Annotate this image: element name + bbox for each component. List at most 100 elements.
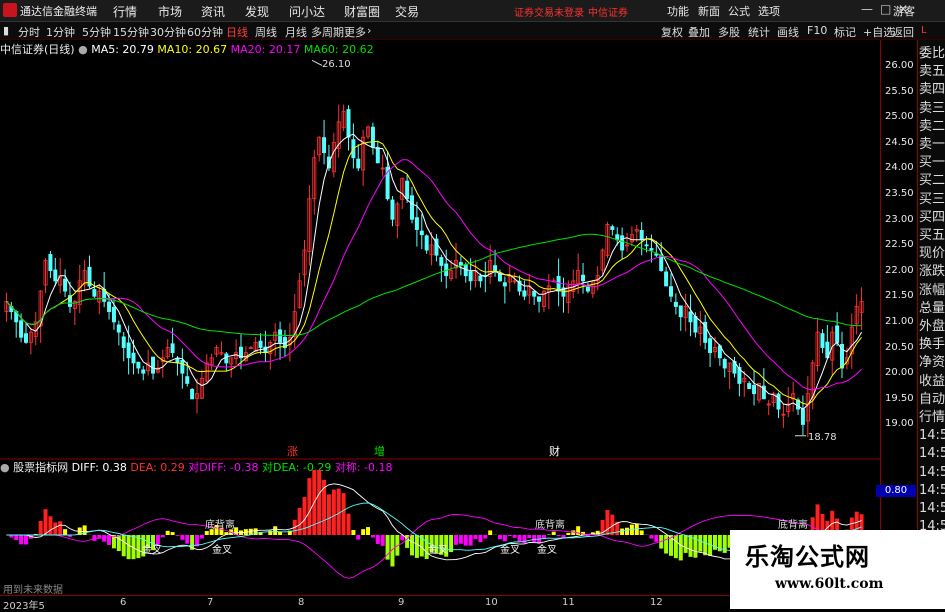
candle[interactable] — [606, 222, 609, 258]
candle[interactable] — [474, 260, 477, 288]
menu-item[interactable]: 市场 — [158, 3, 182, 20]
candle[interactable] — [318, 136, 321, 161]
candle[interactable] — [762, 368, 765, 399]
candle[interactable] — [230, 358, 233, 378]
period-tab[interactable]: 多周期 — [311, 24, 344, 40]
candle[interactable] — [743, 371, 746, 397]
candle[interactable] — [303, 240, 306, 286]
candle[interactable] — [49, 251, 52, 278]
candle[interactable] — [249, 346, 252, 349]
toolbar-button[interactable]: 复权 — [661, 24, 683, 40]
candle[interactable] — [523, 281, 526, 301]
toolbar-button[interactable]: 多股 — [718, 24, 740, 40]
period-tab[interactable]: 30分钟 — [150, 24, 186, 40]
period-tab[interactable]: 15分钟 — [113, 24, 149, 40]
candle[interactable] — [371, 123, 374, 155]
candle[interactable] — [704, 315, 707, 349]
candle[interactable] — [362, 130, 365, 186]
candle[interactable] — [860, 287, 863, 330]
candle[interactable] — [347, 105, 350, 150]
candle[interactable] — [787, 387, 790, 417]
candle[interactable] — [142, 366, 145, 380]
candle[interactable] — [562, 278, 565, 313]
candle[interactable] — [581, 263, 584, 294]
menu-item-right[interactable]: 公式 — [728, 3, 750, 19]
event-marker-finance[interactable]: 财 — [549, 443, 560, 459]
candle[interactable] — [542, 290, 545, 312]
candle[interactable] — [391, 196, 394, 226]
candle[interactable] — [308, 185, 311, 265]
candle[interactable] — [518, 276, 521, 296]
candle[interactable] — [195, 379, 198, 414]
candle[interactable] — [54, 258, 57, 286]
login-status[interactable]: 证券交易未登录 — [514, 4, 584, 19]
menu-item-right[interactable]: 选项 — [758, 3, 780, 19]
candle[interactable] — [679, 306, 682, 331]
candle[interactable] — [806, 376, 809, 437]
candle[interactable] — [826, 325, 829, 358]
candlestick-chart[interactable] — [0, 40, 880, 460]
candle[interactable] — [137, 362, 140, 374]
candle[interactable] — [239, 334, 242, 369]
candle[interactable] — [176, 356, 179, 376]
candle[interactable] — [117, 321, 120, 346]
candle[interactable] — [357, 144, 360, 171]
candle[interactable] — [425, 234, 428, 254]
candle[interactable] — [156, 360, 159, 374]
candle[interactable] — [122, 332, 125, 361]
candle[interactable] — [567, 280, 570, 313]
candle[interactable] — [836, 312, 839, 346]
event-marker-up[interactable]: 涨 — [287, 443, 298, 459]
candle[interactable] — [220, 341, 223, 355]
candle[interactable] — [337, 105, 340, 158]
candle[interactable] — [630, 226, 633, 246]
candle[interactable] — [728, 363, 731, 389]
candle[interactable] — [166, 339, 169, 359]
lock-icon[interactable]: L — [921, 25, 927, 36]
candle[interactable] — [93, 281, 96, 297]
candle[interactable] — [801, 395, 804, 435]
candle[interactable] — [181, 349, 184, 389]
stock-name[interactable]: 中信证券(日线) — [0, 43, 75, 56]
candle[interactable] — [699, 311, 702, 346]
event-marker-add[interactable]: 增 — [374, 443, 385, 459]
candle[interactable] — [621, 227, 624, 259]
restore-icon[interactable]: □ — [880, 2, 891, 16]
candle[interactable] — [733, 357, 736, 378]
candle[interactable] — [674, 293, 677, 314]
candle[interactable] — [5, 293, 8, 322]
candle[interactable] — [572, 270, 575, 299]
settings-icon[interactable]: ● — [78, 43, 88, 56]
candle[interactable] — [855, 294, 858, 334]
candle[interactable] — [777, 392, 780, 418]
candle[interactable] — [29, 328, 32, 355]
toolbar-button[interactable]: 返回 — [892, 24, 914, 40]
candle[interactable] — [210, 354, 213, 370]
candle[interactable] — [415, 202, 418, 247]
candle[interactable] — [782, 404, 785, 428]
period-tab[interactable]: 周线 — [255, 24, 277, 40]
candle[interactable] — [352, 123, 355, 168]
candle[interactable] — [63, 269, 66, 297]
toolbar-button[interactable]: 统计 — [748, 24, 770, 40]
candle[interactable] — [821, 329, 824, 353]
candle[interactable] — [435, 234, 438, 262]
candle[interactable] — [665, 267, 668, 286]
candle[interactable] — [278, 322, 281, 360]
menu-item[interactable]: 行情 — [113, 3, 137, 20]
candle[interactable] — [464, 262, 467, 282]
candle[interactable] — [376, 141, 379, 163]
candle[interactable] — [366, 125, 369, 139]
candle[interactable] — [723, 358, 726, 378]
candle[interactable] — [752, 370, 755, 406]
menu-item[interactable]: 资讯 — [201, 3, 225, 20]
candle[interactable] — [73, 300, 76, 325]
candle[interactable] — [767, 400, 770, 415]
candle[interactable] — [298, 273, 301, 309]
candle[interactable] — [684, 294, 687, 332]
candle[interactable] — [498, 269, 501, 281]
menu-item[interactable]: 发现 — [245, 3, 269, 20]
candle[interactable] — [254, 337, 257, 352]
toolbar-button[interactable]: F10 — [807, 24, 827, 37]
square-icon[interactable]: ▮ — [3, 24, 9, 37]
